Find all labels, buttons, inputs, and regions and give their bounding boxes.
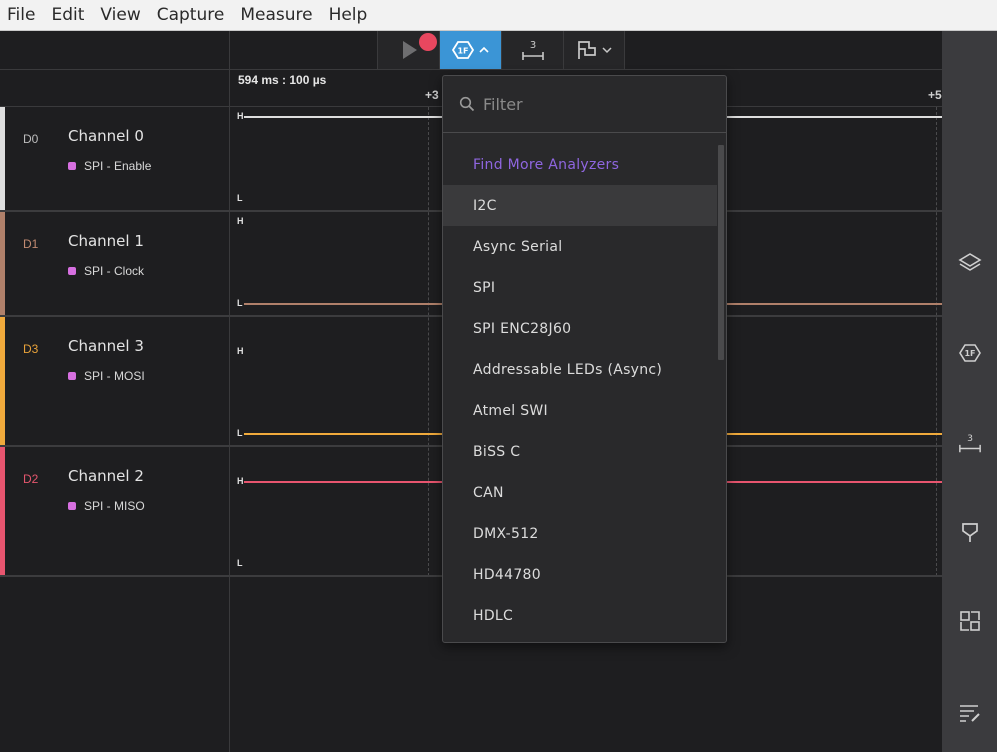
channel-color-bar [0,317,5,445]
capture-toolbar: 1F 3 [377,31,625,69]
analyzer-option-biss-c[interactable]: BiSS C [443,431,717,472]
level-low-label: L [237,558,243,568]
logic-analyzer-app: 1F 3 594 ms : 100 µs +3 +5 D0 Channel 0 … [0,31,997,752]
channel-name[interactable]: Channel 2 [68,467,144,485]
analyzer-option-hdlc[interactable]: HDLC [443,595,717,636]
sidebar-extensions-button[interactable] [958,609,982,633]
dropdown-scrollbar[interactable] [718,145,724,360]
menu-capture[interactable]: Capture [157,5,225,25]
channel-analyzer-tag[interactable]: SPI - Enable [68,159,151,173]
channel-analyzer-tag[interactable]: SPI - Clock [68,264,144,278]
channel-analyzer-label: SPI - MISO [84,499,145,513]
channel-name[interactable]: Channel 1 [68,232,144,250]
svg-text:1F: 1F [964,349,975,358]
analyzer-option-dmx-512[interactable]: DMX-512 [443,513,717,554]
channel-analyzer-label: SPI - Clock [84,264,145,278]
analyzer-hex-icon: 1F [959,344,981,362]
analyzer-option-spi[interactable]: SPI [443,267,717,308]
sidebar-notes-button[interactable] [958,520,982,544]
channel-analyzer-tag[interactable]: SPI - MOSI [68,369,145,383]
channel-analyzer-label: SPI - Enable [84,159,152,173]
timing-marker-icon: 3 [959,433,981,453]
list-edit-icon [960,705,980,722]
analyzer-color-swatch [68,267,76,275]
chevron-up-icon [478,46,489,53]
analyzer-option-i2c[interactable]: I2C [443,185,717,226]
channel-color-bar [0,107,5,210]
analyzer-option-hd44780[interactable]: HD44780 [443,554,717,595]
menu-help[interactable]: Help [329,5,368,25]
menu-view[interactable]: View [100,5,140,25]
menu-edit[interactable]: Edit [51,5,84,25]
channel-color-bar [0,447,5,575]
svg-text:1F: 1F [457,47,468,56]
analyzer-option-async-serial[interactable]: Async Serial [443,226,717,267]
cursor-time-label: 594 ms : 100 µs [238,73,327,87]
layers-icon [958,253,982,271]
sidebar-data-table-button[interactable] [958,701,982,725]
timing-marker-icon: 3 [521,40,544,60]
channel-color-bar [0,212,5,315]
level-low-label: L [237,193,243,203]
tick-label: +5 [928,88,942,102]
channel-id: D3 [23,342,39,356]
record-indicator [419,33,437,51]
analyzer-color-swatch [68,372,76,380]
extensions-button[interactable] [563,31,625,69]
level-low-label: L [237,428,243,438]
filter-box [443,76,726,133]
sidebar-analyzers-button[interactable]: 1F [958,341,982,365]
channel-id: D2 [23,472,39,486]
analyzer-color-swatch [68,502,76,510]
menu-bar: File Edit View Capture Measure Help [0,0,997,31]
play-icon [402,41,417,59]
analyzer-filter-input[interactable] [483,92,713,116]
channel-name[interactable]: Channel 3 [68,337,144,355]
timing-markers-button[interactable]: 3 [501,31,563,69]
search-icon [459,96,475,112]
channel-analyzer-tag[interactable]: SPI - MISO [68,499,145,513]
menu-file[interactable]: File [7,5,35,25]
channel-name[interactable]: Channel 0 [68,127,144,145]
right-sidebar: 1F 3 [942,31,997,752]
sidebar-timing-button[interactable]: 3 [958,431,982,455]
flag-icon [577,41,596,59]
start-capture-button[interactable] [377,31,439,69]
level-high-label: H [237,111,244,121]
find-more-analyzers-link[interactable]: Find More Analyzers [443,144,717,185]
channel-id: D1 [23,237,39,251]
extensions-icon [960,611,980,631]
analyzer-hex-icon: 1F [451,41,474,59]
menu-measure[interactable]: Measure [240,5,312,25]
level-low-label: L [237,298,243,308]
channel-analyzer-label: SPI - MOSI [84,369,145,383]
bookmark-icon [962,523,978,542]
level-high-label: H [237,216,244,226]
tick-label: +3 [425,88,439,102]
level-high-label: H [237,476,244,486]
sidebar-device-button[interactable] [958,250,982,274]
svg-text:3: 3 [967,433,973,444]
analyzer-option-can[interactable]: CAN [443,472,717,513]
svg-text:3: 3 [529,40,535,51]
analyzer-option-spi-enc28j60[interactable]: SPI ENC28J60 [443,308,717,349]
analyzers-button[interactable]: 1F [439,31,501,69]
analyzer-color-swatch [68,162,76,170]
analyzer-option-addressable-leds[interactable]: Addressable LEDs (Async) [443,349,717,390]
analyzer-option-atmel-swi[interactable]: Atmel SWI [443,390,717,431]
channel-id: D0 [23,132,39,146]
add-analyzer-dropdown: Find More Analyzers I2C Async Serial SPI… [442,75,727,643]
chevron-down-icon [601,47,612,54]
analyzer-list: Find More Analyzers I2C Async Serial SPI… [443,144,717,636]
level-high-label: H [237,346,244,356]
